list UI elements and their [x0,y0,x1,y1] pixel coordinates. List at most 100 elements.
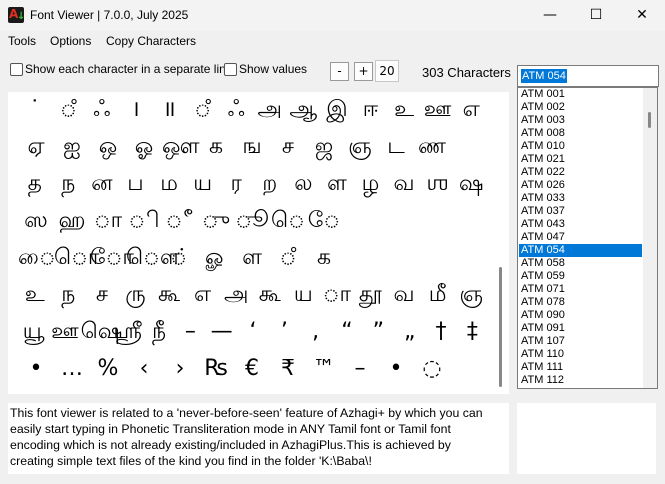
menu-copy-characters[interactable]: Copy Characters [106,34,196,48]
font-list-item[interactable]: ATM 047 [519,231,642,244]
glyph-char[interactable]: க [306,240,342,276]
glyph-char[interactable]: ச [85,277,119,313]
description-box[interactable]: This font viewer is related to a 'never-… [8,403,509,474]
glyph-char[interactable]: ய [186,166,220,202]
font-list-scrollbar[interactable] [643,88,657,388]
glyph-char[interactable]: ர [219,166,253,202]
glyph-char[interactable]: ஹ [54,203,90,239]
glyph-char[interactable]: ‹ [126,351,162,387]
glyph-char[interactable]: ஞ [454,277,488,313]
glyph-char[interactable]: தூ [354,277,388,313]
font-list-item[interactable]: ATM 003 [519,114,642,127]
glyph-char[interactable]: உ [18,277,52,313]
font-list-item[interactable]: ATM 111 [519,361,642,374]
glyph-char[interactable]: வ [387,277,421,313]
glyph-char[interactable]: ஔ [162,129,200,165]
font-list-item[interactable]: ATM 107 [519,335,642,348]
glyph-char[interactable]: த [18,166,52,202]
glyph-char[interactable]: € [234,351,270,387]
glyph-char[interactable]: । [119,92,153,128]
glyph-scrollbar[interactable] [496,92,509,394]
glyph-char[interactable]: ஞ [342,129,378,165]
glyph-char[interactable]: ஂ [270,240,306,276]
menu-tools[interactable]: Tools [8,34,36,48]
glyph-char[interactable]: ₹ [270,351,306,387]
glyph-display[interactable]: ˙ஂ ஃ । ॥ஂ ஃ அ ஆ இ ஈ உ ஊ எ ஏ ஐ ஒ ஓ ஔ க ங ச ஜ ஞ ட ண த ந ன ப ம ய ர ற ல ள ழ வ ஶ ஷ… [8,92,509,394]
glyph-char[interactable]: … [54,351,90,387]
glyph-char[interactable]: இ [320,92,354,128]
glyph-char[interactable]: ற [253,166,287,202]
font-list-item[interactable]: ATM 090 [519,309,642,322]
glyph-char[interactable]: – [342,351,378,387]
glyph-char[interactable]: ’ [269,314,300,350]
glyph-char[interactable]: அ [219,277,253,313]
close-button[interactable]: ✕ [619,0,665,31]
glyph-char[interactable]: ண [414,129,450,165]
minimize-button[interactable]: — [527,0,573,31]
font-list-item[interactable]: ATM 037 [519,205,642,218]
glyph-char[interactable]: யூ [18,314,49,350]
font-list-item[interactable]: ATM 058 [519,257,642,270]
glyph-char[interactable]: ீ [162,203,198,239]
glyph-char[interactable]: ய [287,277,321,313]
glyph-char[interactable]: ன [85,166,119,202]
font-list-item[interactable]: ATM 022 [519,166,642,179]
glyph-char[interactable]: ா [320,277,354,313]
increase-size-button[interactable]: + [354,62,373,81]
glyph-char[interactable]: ோ [90,240,134,276]
glyph-char[interactable]: ள [234,240,270,276]
font-list-item[interactable]: ATM 010 [519,140,642,153]
glyph-char[interactable]: ஃ [85,92,119,128]
glyph-char[interactable]: ” [363,314,394,350]
glyph-char[interactable]: ெ [270,203,306,239]
glyph-char[interactable]: • [378,351,414,387]
glyph-char[interactable]: — [206,314,237,350]
glyph-char[interactable]: ை [18,240,56,276]
glyph-char[interactable]: ச [270,129,306,165]
glyph-char[interactable]: மீ [421,277,455,313]
glyph-char[interactable]: , [300,314,331,350]
glyph-char[interactable]: ஶ [421,166,455,202]
glyph-char[interactable]: ஊ [49,314,80,350]
font-list-item[interactable]: ATM 091 [519,322,642,335]
glyph-char[interactable]: ூ [234,203,270,239]
glyph-char[interactable]: ஷ [454,166,488,202]
menu-options[interactable]: Options [50,34,91,48]
glyph-char[interactable]: ™ [306,351,342,387]
font-list-item[interactable]: ATM 110 [519,348,642,361]
glyph-char[interactable]: • [18,351,54,387]
font-select-input[interactable]: ATM 054 [517,65,659,87]
glyph-char[interactable]: “ [331,314,362,350]
glyph-char[interactable]: ந [52,277,86,313]
glyph-char[interactable]: ந [52,166,86,202]
glyph-char[interactable]: க [198,129,234,165]
font-list-item[interactable]: ATM 071 [519,283,642,296]
glyph-char[interactable]: ஓ [126,129,162,165]
font-list-item[interactable]: ATM 002 [519,101,642,114]
glyph-char[interactable]: ஃ [219,92,253,128]
glyph-char[interactable]: ே [306,203,342,239]
font-list-item[interactable]: ATM 008 [519,127,642,140]
glyph-char[interactable]: ₨ [198,351,234,387]
show-values-label[interactable]: Show values [239,62,307,76]
font-list-item[interactable]: ATM 026 [519,179,642,192]
glyph-char[interactable]: ஏ [18,129,54,165]
glyph-char[interactable]: எ [454,92,488,128]
glyph-char[interactable]: உ [387,92,421,128]
glyph-char[interactable]: ப [119,166,153,202]
glyph-char[interactable]: ஸ [18,203,54,239]
glyph-char[interactable]: கூ [253,277,287,313]
glyph-char[interactable]: ட [378,129,414,165]
glyph-char[interactable]: ி [126,203,162,239]
info-box[interactable] [517,403,656,474]
glyph-char[interactable]: ழ [354,166,388,202]
font-list-item[interactable]: ATM 043 [519,218,642,231]
glyph-char[interactable]: அ [253,92,287,128]
separate-line-checkbox[interactable] [10,63,23,76]
glyph-char[interactable]: ஊ [421,92,455,128]
glyph-char[interactable]: ல [287,166,321,202]
glyph-char[interactable]: ஸ்ரீ [112,314,143,350]
glyph-char[interactable]: கூ [152,277,186,313]
font-list-item[interactable]: ATM 078 [519,296,642,309]
glyph-char[interactable]: ◌ [414,351,450,387]
